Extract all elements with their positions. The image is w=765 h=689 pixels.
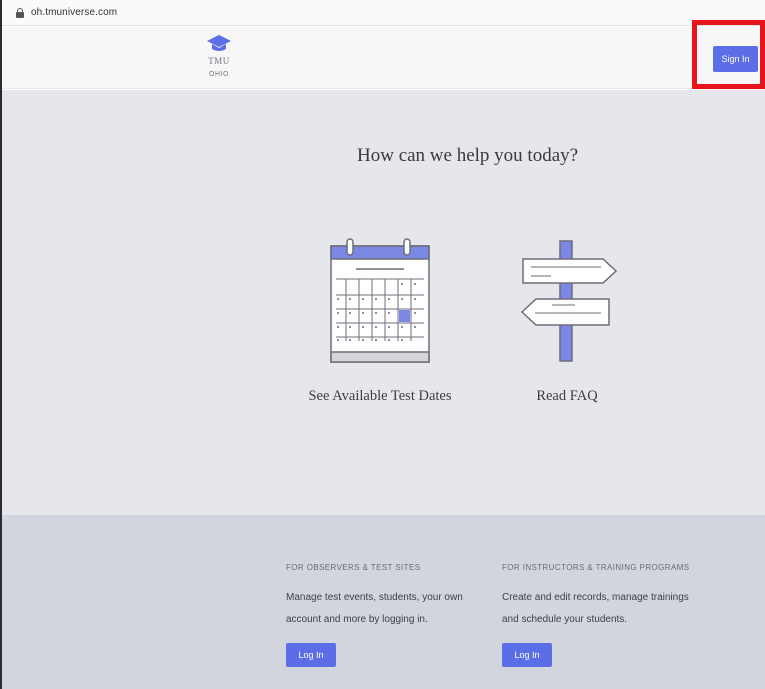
instructors-heading: FOR INSTRUCTORS & TRAINING PROGRAMS bbox=[502, 563, 690, 572]
see-test-dates-card[interactable]: See Available Test Dates bbox=[305, 238, 455, 408]
logo-text: TMU bbox=[208, 56, 230, 66]
instructors-column: FOR INSTRUCTORS & TRAINING PROGRAMS Crea… bbox=[502, 560, 702, 667]
observers-description: Manage test events, students, your own a… bbox=[286, 592, 463, 625]
read-faq-label: Read FAQ bbox=[536, 388, 598, 404]
page-headline: How can we help you today? bbox=[357, 145, 579, 166]
lock-icon bbox=[16, 7, 24, 18]
observers-column: FOR OBSERVERS & TEST SITES Manage test e… bbox=[286, 560, 496, 667]
sign-in-button[interactable]: Sign In bbox=[713, 46, 758, 72]
site-logo[interactable]: TMU OHIO bbox=[199, 34, 239, 78]
logo-subtext: OHIO bbox=[209, 71, 229, 78]
site-header: TMU OHIO bbox=[2, 27, 765, 89]
read-faq-card[interactable]: Read FAQ bbox=[497, 238, 637, 408]
observers-login-button[interactable]: Log In bbox=[286, 643, 336, 667]
login-footer: FOR OBSERVERS & TEST SITES Manage test e… bbox=[2, 515, 765, 689]
help-section: How can we help you today? See Available… bbox=[2, 90, 765, 515]
observers-heading: FOR OBSERVERS & TEST SITES bbox=[286, 563, 421, 572]
signpost-icon bbox=[520, 240, 618, 362]
calendar-icon bbox=[330, 238, 430, 363]
instructors-description: Create and edit records, manage training… bbox=[502, 592, 689, 625]
instructors-login-button[interactable]: Log In bbox=[502, 643, 552, 667]
address-bar[interactable]: oh.tmuniverse.com bbox=[2, 0, 765, 26]
graduation-cap-icon bbox=[207, 35, 231, 51]
see-test-dates-label: See Available Test Dates bbox=[308, 388, 452, 404]
url-text: oh.tmuniverse.com bbox=[31, 7, 118, 18]
